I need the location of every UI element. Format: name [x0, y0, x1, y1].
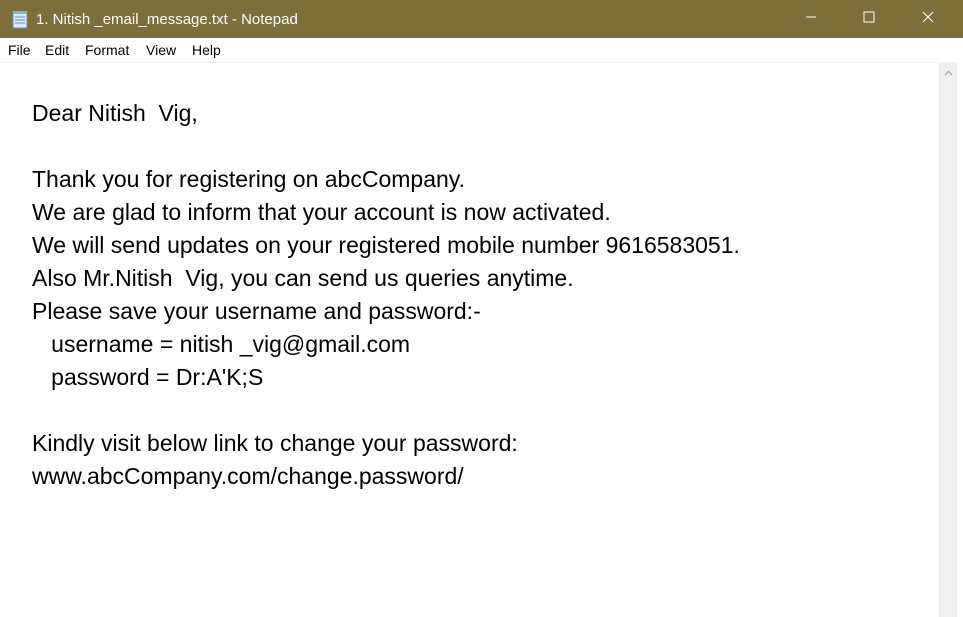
notepad-icon — [12, 10, 29, 29]
menu-bar: File Edit Format View Help — [0, 38, 963, 63]
menu-edit[interactable]: Edit — [45, 42, 69, 58]
maximize-icon — [863, 10, 875, 28]
text-line: We are glad to inform that your account … — [32, 199, 611, 225]
close-icon — [922, 10, 934, 28]
window-title: 1. Nitish _email_message.txt - Notepad — [36, 11, 298, 28]
text-editor-area[interactable]: Dear Nitish Vig, Thank you for registeri… — [0, 63, 939, 617]
chevron-up-icon — [944, 63, 953, 81]
maximize-button[interactable] — [840, 0, 898, 38]
text-line: www.abcCompany.com/change.password/ — [32, 463, 464, 489]
text-line: Kindly visit below link to change your p… — [32, 430, 518, 456]
vertical-scrollbar[interactable] — [939, 63, 957, 617]
scroll-up-button[interactable] — [940, 63, 957, 81]
text-line: We will send updates on your registered … — [32, 232, 740, 258]
text-line: username = nitish _vig@gmail.com — [32, 331, 411, 357]
menu-view[interactable]: View — [146, 42, 176, 58]
minimize-icon — [805, 10, 817, 28]
minimize-button[interactable] — [782, 0, 840, 38]
menu-format[interactable]: Format — [85, 42, 129, 58]
text-line: Please save your username and password:- — [32, 298, 481, 324]
text-line: Also Mr.Nitish Vig, you can send us quer… — [32, 265, 574, 291]
menu-help[interactable]: Help — [192, 42, 221, 58]
menu-file[interactable]: File — [8, 42, 31, 58]
title-bar[interactable]: 1. Nitish _email_message.txt - Notepad — [0, 0, 963, 38]
text-line: Dear Nitish Vig, — [32, 100, 198, 126]
text-line: password = Dr:A'K;S — [32, 364, 264, 390]
close-button[interactable] — [899, 0, 957, 38]
window-border — [957, 38, 963, 617]
text-line: Thank you for registering on abcCompany. — [32, 166, 465, 192]
